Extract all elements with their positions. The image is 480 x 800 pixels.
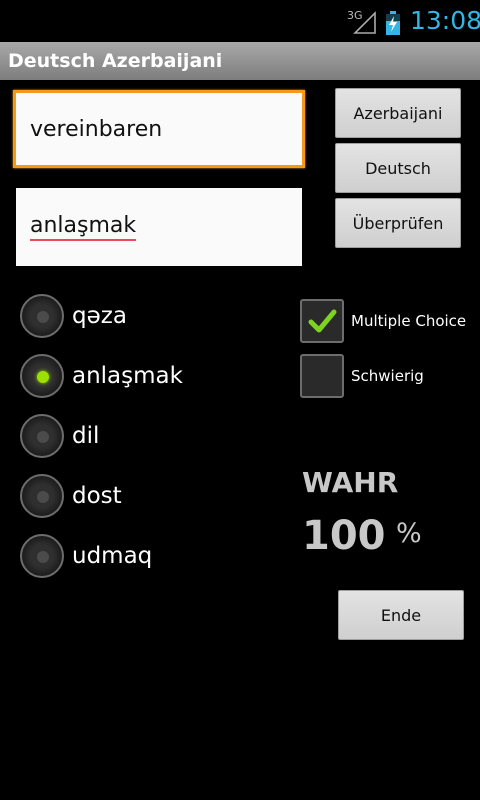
radio-indicator: [37, 491, 49, 503]
question-text: vereinbaren: [30, 116, 163, 142]
choice-label: dil: [72, 423, 100, 449]
radio-button[interactable]: [20, 474, 64, 518]
radio-indicator: [37, 431, 49, 443]
radio-indicator: [37, 311, 49, 323]
check-button[interactable]: Überprüfen: [335, 198, 461, 248]
multiple-choice-option[interactable]: Multiple Choice: [300, 297, 466, 345]
radio-button[interactable]: [20, 354, 64, 398]
battery-charging-icon: [385, 11, 401, 35]
multiple-choice-label: Multiple Choice: [351, 312, 467, 330]
difficult-checkbox[interactable]: [300, 354, 344, 398]
answer-text: anlaşmak: [30, 213, 137, 241]
radio-indicator: [37, 551, 49, 563]
checkmark-icon: [308, 309, 337, 333]
choice-option[interactable]: dil: [20, 412, 99, 460]
choice-option[interactable]: udmaq: [20, 532, 152, 580]
clock: 13:08: [410, 6, 480, 35]
answer-field[interactable]: anlaşmak: [16, 188, 302, 266]
status-bar: 3G 13:08: [0, 0, 480, 42]
network-signal-icon: 3G: [347, 9, 377, 35]
choice-option[interactable]: qəza: [20, 292, 127, 340]
difficult-option[interactable]: Schwierig: [300, 352, 424, 400]
choice-label: qəza: [72, 303, 127, 329]
choice-option[interactable]: anlaşmak: [20, 352, 183, 400]
radio-button[interactable]: [20, 534, 64, 578]
choice-label: udmaq: [72, 543, 153, 569]
title-bar: Deutsch Azerbaijani: [0, 42, 480, 80]
result-label: WAHR: [302, 466, 399, 499]
azerbaijani-button[interactable]: Azerbaijani: [335, 88, 461, 138]
app-title: Deutsch Azerbaijani: [8, 50, 223, 72]
radio-indicator: [37, 371, 49, 383]
choice-label: anlaşmak: [72, 363, 183, 389]
deutsch-button[interactable]: Deutsch: [335, 143, 461, 193]
radio-button[interactable]: [20, 414, 64, 458]
question-field[interactable]: vereinbaren: [13, 90, 305, 168]
radio-button[interactable]: [20, 294, 64, 338]
choice-option[interactable]: dost: [20, 472, 122, 520]
end-button[interactable]: Ende: [338, 590, 464, 640]
score-value: 100: [302, 513, 386, 559]
multiple-choice-checkbox[interactable]: [300, 299, 344, 343]
choice-label: dost: [72, 483, 122, 509]
percent-sign: %: [396, 518, 422, 549]
difficult-label: Schwierig: [351, 367, 424, 385]
